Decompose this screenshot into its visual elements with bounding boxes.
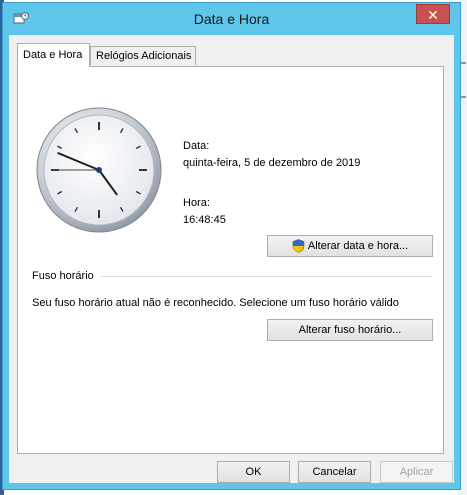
apply-button: Aplicar (380, 461, 453, 483)
timezone-message: Seu fuso horário atual não é reconhecido… (32, 297, 399, 309)
change-date-time-button[interactable]: Alterar data e hora... (267, 235, 433, 257)
close-icon: ✕ (427, 7, 439, 23)
analog-clock (36, 107, 162, 233)
change-timezone-button[interactable]: Alterar fuso horário... (267, 319, 433, 341)
tab-panel-date-time: Data: quinta-feira, 5 de dezembro de 201… (17, 66, 444, 454)
change-date-time-label: Alterar data e hora... (307, 240, 409, 252)
date-time-dialog: Data e Hora ✕ Data e Hora Relógios Adici… (2, 2, 461, 490)
dialog-body: Data e Hora Relógios Adicionais Data: qu… (9, 35, 454, 483)
time-value: 16:48:45 (183, 214, 226, 226)
window-title: Data e Hora (193, 11, 270, 27)
tab-additional-clocks[interactable]: Relógios Adicionais (90, 46, 196, 65)
close-button[interactable]: ✕ (416, 4, 450, 24)
time-label: Hora: (183, 197, 210, 209)
ok-button[interactable]: OK (217, 461, 290, 483)
cancel-button[interactable]: Cancelar (298, 461, 371, 483)
title-bar[interactable]: Data e Hora ✕ (3, 3, 460, 33)
clock-center-pin (96, 167, 102, 173)
tab-date-time[interactable]: Data e Hora (17, 43, 90, 67)
timezone-group-label: Fuso horário (32, 270, 94, 282)
date-value: quinta-feira, 5 de dezembro de 2019 (183, 157, 361, 169)
timezone-group-divider (100, 276, 432, 277)
uac-shield-icon (292, 239, 305, 253)
date-label: Data: (183, 140, 210, 152)
